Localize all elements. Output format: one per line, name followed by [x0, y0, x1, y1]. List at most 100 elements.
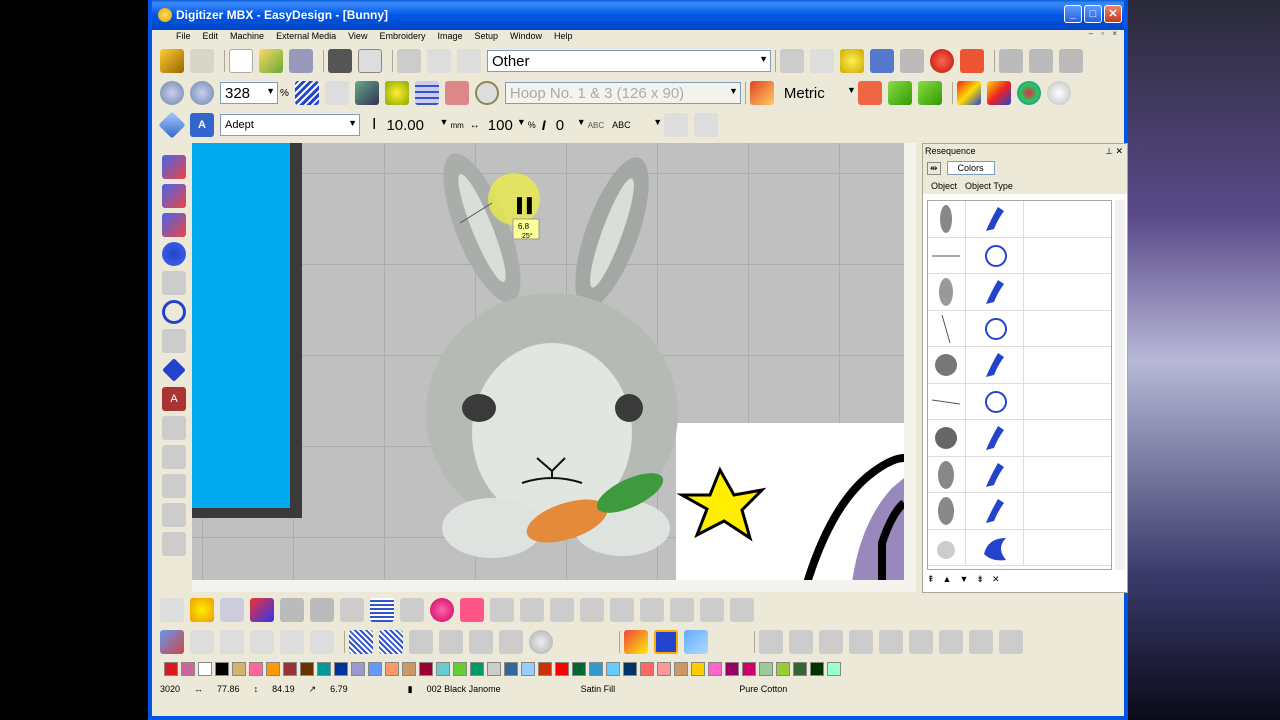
- color-swatch[interactable]: [266, 662, 280, 676]
- align-center-icon[interactable]: [789, 630, 813, 654]
- undo-icon[interactable]: [870, 49, 894, 73]
- move-up-icon[interactable]: ▲: [943, 574, 952, 590]
- menu-setup[interactable]: Setup: [468, 31, 504, 41]
- color-swatch[interactable]: [538, 662, 552, 676]
- single-color-icon[interactable]: [654, 630, 678, 654]
- color-swatch[interactable]: [198, 662, 212, 676]
- zoom-in-icon[interactable]: [160, 81, 184, 105]
- menu-view[interactable]: View: [342, 31, 373, 41]
- color-swatch[interactable]: [691, 662, 705, 676]
- list-item[interactable]: [928, 310, 1111, 347]
- open-file-icon[interactable]: [259, 49, 283, 73]
- align-middle-icon[interactable]: [879, 630, 903, 654]
- move-bottom-icon[interactable]: ⇟: [976, 574, 984, 590]
- color-swatch[interactable]: [504, 662, 518, 676]
- paste-icon[interactable]: [457, 49, 481, 73]
- star-icon[interactable]: [190, 598, 214, 622]
- new-file-icon[interactable]: [229, 49, 253, 73]
- color-swatch[interactable]: [487, 662, 501, 676]
- circle-outline-icon[interactable]: [162, 300, 186, 324]
- color-swatch[interactable]: [300, 662, 314, 676]
- unlock-icon[interactable]: [280, 630, 304, 654]
- color-swatch[interactable]: [317, 662, 331, 676]
- color-swatch[interactable]: [334, 662, 348, 676]
- gear-icon[interactable]: [162, 532, 186, 556]
- canvas-vertical-scrollbar[interactable]: [904, 143, 916, 580]
- color-swatch[interactable]: [470, 662, 484, 676]
- maximize-button[interactable]: □: [1084, 5, 1102, 23]
- text-effect-select[interactable]: ABC ▼: [608, 114, 664, 136]
- color-swatch[interactable]: [623, 662, 637, 676]
- shield-icon[interactable]: [444, 81, 469, 105]
- ring-icon[interactable]: [670, 598, 694, 622]
- color-swatch[interactable]: [657, 662, 671, 676]
- grid-icon[interactable]: [414, 81, 439, 105]
- monogram-icon[interactable]: A: [162, 387, 186, 411]
- shape-icon[interactable]: [162, 329, 186, 353]
- needle-icon[interactable]: [730, 598, 754, 622]
- design-canvas[interactable]: ▌▌ 6.8 25°: [192, 143, 904, 580]
- move-top-icon[interactable]: ⇞: [927, 574, 935, 590]
- stamp-icon[interactable]: [520, 598, 544, 622]
- list-item[interactable]: [928, 201, 1111, 238]
- close-button[interactable]: ✕: [1104, 5, 1122, 23]
- fill-stitch-icon[interactable]: [370, 598, 394, 622]
- panel-scrollbar[interactable]: [1115, 200, 1125, 570]
- layers-icon[interactable]: [684, 630, 708, 654]
- color-swatch[interactable]: [283, 662, 297, 676]
- show-image-icon[interactable]: [354, 81, 379, 105]
- redo-icon[interactable]: [900, 49, 924, 73]
- menu-image[interactable]: Image: [431, 31, 468, 41]
- print-icon[interactable]: [328, 49, 352, 73]
- distribute-icon[interactable]: [1029, 49, 1053, 73]
- rotate-icon[interactable]: [340, 598, 364, 622]
- color-swatch[interactable]: [232, 662, 246, 676]
- menu-edit[interactable]: Edit: [197, 31, 225, 41]
- color-swatch[interactable]: [708, 662, 722, 676]
- bunny-embroidery[interactable]: ▌▌ 6.8 25°: [192, 143, 904, 580]
- font-select[interactable]: Adept ▼: [220, 114, 360, 136]
- 3d-view-icon[interactable]: [324, 81, 349, 105]
- text-width-select[interactable]: 100 ▼: [484, 114, 528, 136]
- running-stitch-icon[interactable]: [162, 155, 186, 179]
- back-arrow-icon[interactable]: [887, 81, 912, 105]
- magnet-icon[interactable]: [400, 598, 424, 622]
- align-left-icon[interactable]: [759, 630, 783, 654]
- outline-icon[interactable]: [409, 630, 433, 654]
- color-swatch[interactable]: [640, 662, 654, 676]
- pattern-icon[interactable]: [490, 598, 514, 622]
- menu-embroidery[interactable]: Embroidery: [373, 31, 431, 41]
- group-icon[interactable]: [1059, 49, 1083, 73]
- color-swatch[interactable]: [606, 662, 620, 676]
- link-icon[interactable]: [610, 598, 634, 622]
- pencil-icon[interactable]: [160, 49, 184, 73]
- color-swatch[interactable]: [793, 662, 807, 676]
- menu-window[interactable]: Window: [504, 31, 548, 41]
- cut-icon[interactable]: [397, 49, 421, 73]
- list-item[interactable]: [928, 493, 1111, 530]
- hoop-icon[interactable]: [474, 81, 499, 105]
- slant-select[interactable]: 0 ▼: [552, 114, 588, 136]
- align-icon[interactable]: [999, 49, 1023, 73]
- show-stitches-icon[interactable]: [294, 81, 319, 105]
- zoom-select[interactable]: 328 ▼: [220, 82, 278, 104]
- font-style-icon[interactable]: A: [190, 113, 214, 137]
- color-swatch[interactable]: [555, 662, 569, 676]
- hoop-settings-icon[interactable]: [780, 49, 804, 73]
- canvas-horizontal-scrollbar[interactable]: [192, 580, 916, 592]
- text-height-select[interactable]: 10.00 ▼: [382, 114, 450, 136]
- list-icon[interactable]: [220, 598, 244, 622]
- color-swatch[interactable]: [164, 662, 178, 676]
- number-icon[interactable]: [469, 630, 493, 654]
- lasso-icon[interactable]: [162, 271, 186, 295]
- list-item[interactable]: [928, 274, 1111, 311]
- menu-file[interactable]: File: [170, 31, 197, 41]
- color-sort-icon[interactable]: [956, 81, 981, 105]
- center-icon[interactable]: [939, 630, 963, 654]
- knife-icon[interactable]: [700, 598, 724, 622]
- list-item[interactable]: [928, 529, 1111, 566]
- text-tool-icon[interactable]: [158, 111, 186, 139]
- abc-icon[interactable]: ABC: [588, 121, 604, 130]
- hoop-select[interactable]: Hoop No. 1 & 3 (126 x 90) ▼: [504, 82, 741, 104]
- edit-points-icon[interactable]: [857, 81, 882, 105]
